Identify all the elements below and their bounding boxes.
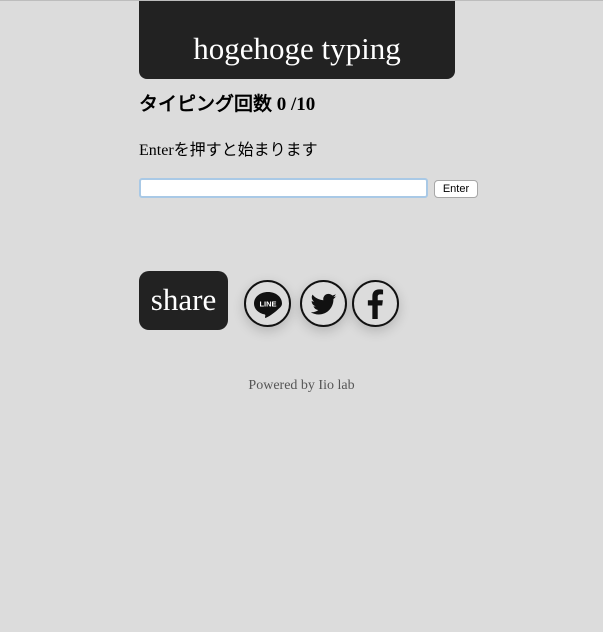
typing-input[interactable] xyxy=(139,178,428,198)
powered-by-footer: Powered by Iio lab xyxy=(248,378,355,393)
typing-counter: タイピング回数 0 /10 xyxy=(139,94,316,115)
enter-button[interactable]: Enter xyxy=(434,180,478,198)
share-label-text: share xyxy=(150,282,217,317)
facebook-icon xyxy=(367,288,383,319)
line-icon-text: LINE xyxy=(259,299,276,308)
facebook-share-button[interactable] xyxy=(352,280,399,327)
line-icon: LINE xyxy=(253,291,282,318)
twitter-share-button[interactable] xyxy=(300,280,347,327)
page: hogehoge typing タイピング回数 0 /10 Enterを押すと始… xyxy=(0,0,603,632)
app-title: hogehoge typing xyxy=(193,31,401,66)
instruction-message: Enterを押すと始まります xyxy=(139,142,318,159)
app-header: hogehoge typing xyxy=(139,1,455,79)
line-share-button[interactable]: LINE xyxy=(244,280,291,327)
share-label: share xyxy=(139,271,228,330)
twitter-icon xyxy=(310,293,336,315)
